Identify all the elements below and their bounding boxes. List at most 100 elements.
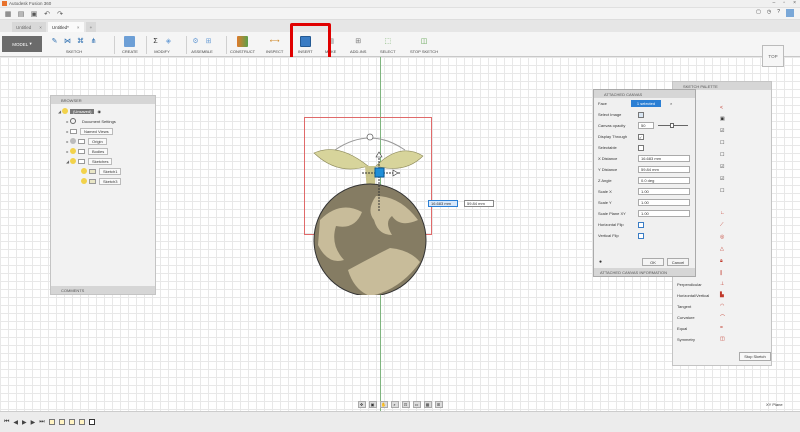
constraint-perpendicular[interactable]: Perpendicular: [677, 282, 702, 287]
browser-root[interactable]: ◢ (Unsaved) ◉: [51, 106, 155, 116]
x-distance-field[interactable]: 16.683 mm: [638, 155, 690, 162]
comments-header[interactable]: COMMENTS: [51, 286, 155, 294]
fit-icon[interactable]: ⊡: [401, 400, 410, 408]
minimize-button[interactable]: –: [773, 0, 776, 6]
viewcube[interactable]: TOP: [762, 45, 784, 67]
equal-icon[interactable]: =: [720, 325, 723, 331]
checkbox[interactable]: ☑: [720, 128, 724, 134]
scale-plane-field[interactable]: 1.00: [638, 210, 690, 217]
ok-button[interactable]: OK: [642, 258, 664, 266]
tangent-icon[interactable]: ◠: [720, 303, 724, 309]
grid-settings-icon[interactable]: ▦: [423, 400, 432, 408]
ribbon-select[interactable]: ⬚ SELECT: [380, 34, 396, 56]
constraint-curvature[interactable]: Curvature: [677, 315, 695, 320]
symmetry-icon[interactable]: ◫: [720, 336, 725, 342]
orbit-icon[interactable]: ✥: [357, 400, 366, 408]
ribbon-insert[interactable]: INSERT: [298, 34, 313, 56]
fix-lock-icon[interactable]: 🔒︎: [720, 258, 723, 264]
info-icon[interactable]: ●: [599, 259, 602, 265]
constraint-equal[interactable]: Equal: [677, 326, 687, 331]
timeline-marker[interactable]: [88, 419, 95, 425]
save-icon[interactable]: ▣: [29, 9, 39, 19]
record-icon[interactable]: ◉: [97, 109, 101, 114]
select-image-button[interactable]: [638, 111, 644, 118]
new-tab-button[interactable]: +: [85, 22, 97, 32]
timeline-feature-sketch[interactable]: [58, 419, 65, 425]
selectable-checkbox[interactable]: [638, 144, 644, 151]
attached-canvas-image[interactable]: [300, 130, 440, 295]
browser-header[interactable]: BROWSER: [51, 96, 155, 104]
tab-document-1[interactable]: Untitled ×: [12, 22, 46, 32]
play-icon[interactable]: ▶: [22, 419, 27, 426]
timeline-feature-canvas[interactable]: [68, 419, 75, 425]
ribbon-make[interactable]: ▤ MAKE: [325, 34, 336, 56]
visibility-icon[interactable]: [70, 138, 76, 144]
ribbon-add-ins[interactable]: ⊞ ADD-INS: [350, 34, 366, 56]
browser-item-sketches[interactable]: ◢ Sketches: [51, 156, 155, 166]
zoom-icon[interactable]: ⌕: [390, 400, 399, 408]
visibility-icon[interactable]: [70, 148, 76, 154]
visibility-icon[interactable]: [70, 158, 76, 164]
file-menu-icon[interactable]: ▤: [16, 9, 26, 19]
display-through-checkbox[interactable]: ✓: [638, 133, 644, 140]
parallel-icon[interactable]: ∥: [720, 270, 723, 276]
scale-y-field[interactable]: 1.00: [638, 199, 690, 206]
canvas-info-header[interactable]: ATTACHED CANVAS INFORMATION: [594, 268, 695, 276]
dialog-header[interactable]: ATTACHED CANVAS: [594, 90, 695, 98]
ribbon-sketch[interactable]: ✎ ⋈ ⌘ ⋔ SKETCH: [49, 34, 99, 56]
constraint-tangent[interactable]: Tangent: [677, 304, 691, 309]
ribbon-inspect[interactable]: ⟷ INSPECT: [266, 34, 283, 56]
browser-item-sketch1[interactable]: Sketch1: [51, 166, 155, 176]
scale-x-field[interactable]: 1.00: [638, 188, 690, 195]
constraint-horizontal-vertical[interactable]: Horizontal/Vertical: [677, 293, 709, 298]
checkbox[interactable]: ☐: [720, 140, 724, 146]
x-distance-input[interactable]: 16.683 mm: [428, 200, 458, 207]
y-distance-input[interactable]: 59.84 mm: [464, 200, 494, 207]
tab-document-2[interactable]: Untitled* ×: [47, 22, 84, 32]
step-forward-icon[interactable]: ▶: [31, 419, 36, 426]
constraint-symmetry[interactable]: Symmetry: [677, 337, 695, 342]
viewports-icon[interactable]: ⊞: [434, 400, 443, 408]
checkbox[interactable]: ☐: [720, 152, 724, 158]
face-selection-chip[interactable]: 1 selected: [631, 100, 661, 107]
visibility-icon[interactable]: [81, 168, 87, 174]
pan-icon[interactable]: ✋: [379, 400, 388, 408]
perpendicular-icon[interactable]: ⊥: [720, 281, 724, 287]
browser-item-sketch3[interactable]: Sketch3: [51, 176, 155, 186]
z-angle-field[interactable]: 0.0 deg: [638, 177, 690, 184]
look-at-icon[interactable]: ▣: [720, 116, 725, 122]
opacity-slider-handle[interactable]: [670, 123, 674, 128]
checkbox[interactable]: ☑: [720, 176, 724, 182]
checkbox[interactable]: ☐: [720, 188, 724, 194]
ribbon-stop-sketch[interactable]: ◫ STOP SKETCH: [410, 34, 438, 56]
ribbon-construct[interactable]: CONSTRUCT: [230, 34, 255, 56]
horizontal-flip-button[interactable]: [638, 221, 644, 228]
app-grid-icon[interactable]: ▦: [3, 9, 13, 19]
timeline-feature-sketch[interactable]: [78, 419, 85, 425]
ribbon-modify[interactable]: Σ ◈ MODIFY: [150, 34, 174, 56]
concentric-icon[interactable]: ◎: [720, 234, 724, 240]
cancel-button[interactable]: Cancel: [667, 258, 689, 266]
close-icon[interactable]: ×: [77, 25, 80, 30]
notifications-icon[interactable]: ◷: [767, 9, 771, 17]
constraint-icon[interactable]: <: [720, 105, 723, 111]
user-avatar[interactable]: [786, 9, 794, 17]
curvature-icon[interactable]: ⌒: [720, 314, 725, 321]
stop-sketch-button[interactable]: Stop Sketch: [739, 352, 771, 361]
close-icon[interactable]: ×: [39, 25, 42, 30]
step-back-icon[interactable]: ◀: [13, 419, 18, 426]
browser-item-origin[interactable]: ▸ Origin: [51, 136, 155, 146]
close-window-button[interactable]: ×: [793, 0, 796, 6]
workspace-switcher[interactable]: MODEL ▾: [2, 36, 42, 52]
browser-item-document-settings[interactable]: ▸ Document Settings: [51, 116, 155, 126]
coincident-icon[interactable]: ∟: [720, 210, 725, 216]
vertical-flip-button[interactable]: [638, 232, 644, 239]
checkbox[interactable]: ☑: [720, 164, 724, 170]
display-settings-icon[interactable]: ▭: [412, 400, 421, 408]
undo-icon[interactable]: ↶: [42, 9, 52, 19]
redo-icon[interactable]: ↷: [55, 9, 65, 19]
visibility-icon[interactable]: [62, 108, 68, 114]
go-to-start-icon[interactable]: ⏮: [4, 419, 9, 426]
ribbon-create[interactable]: CREATE: [122, 34, 138, 56]
horizontal-vertical-icon[interactable]: ▙: [720, 292, 724, 298]
